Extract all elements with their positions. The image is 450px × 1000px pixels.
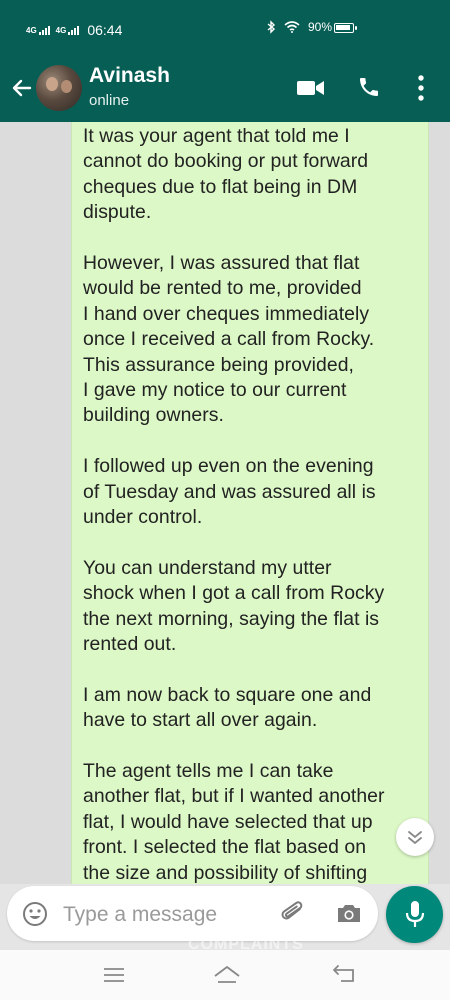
camera-icon[interactable]: [335, 901, 363, 925]
menu-icon[interactable]: [103, 965, 125, 985]
video-call-icon[interactable]: [296, 78, 326, 98]
message-bubble[interactable]: It was your agent that told me I cannot …: [71, 122, 429, 884]
chat-area[interactable]: It was your agent that told me I cannot …: [0, 122, 450, 884]
back-icon[interactable]: [331, 963, 357, 985]
message-paragraph: The agent tells me I can take another fl…: [83, 760, 385, 884]
message-paragraph: I am now back to square one and have to …: [83, 683, 372, 732]
phone-call-icon[interactable]: [357, 75, 381, 99]
network-indicator-2: 4G: [55, 25, 80, 35]
more-vert-icon[interactable]: [416, 74, 426, 102]
message-paragraph: You can understand my utter shock when I…: [83, 556, 385, 656]
home-icon[interactable]: [212, 962, 242, 986]
contact-status: online: [89, 92, 130, 109]
message-input[interactable]: [61, 899, 275, 931]
system-navigation-bar: [0, 950, 450, 1000]
battery-percent: 90%: [307, 20, 332, 34]
message-paragraph: However, I was assured that flat would b…: [83, 252, 375, 427]
input-box[interactable]: [7, 886, 378, 941]
contact-name[interactable]: Avinash: [89, 64, 170, 88]
wifi-icon: [284, 21, 300, 33]
bluetooth-icon: [267, 20, 276, 34]
clock: 06:44: [87, 22, 123, 38]
network-label-1: 4G: [26, 25, 37, 35]
signal-icon: [38, 25, 50, 35]
scroll-to-bottom-button[interactable]: [396, 818, 434, 856]
status-right: 90%: [266, 20, 332, 34]
signal-icon: [68, 25, 80, 35]
chat-header: Avinash online: [0, 58, 450, 122]
battery-fill: [336, 25, 350, 30]
status-bar: 4G 4G 06:44 90%: [0, 0, 450, 58]
attach-icon[interactable]: [279, 899, 307, 929]
avatar[interactable]: [36, 65, 82, 111]
network-label-2: 4G: [55, 25, 67, 35]
message-paragraph: I followed up even on the evening of Tue…: [83, 455, 376, 529]
back-arrow-icon[interactable]: [10, 76, 34, 100]
voice-message-button[interactable]: [386, 886, 443, 943]
battery-icon: [334, 23, 357, 33]
double-chevron-down-icon: [408, 831, 422, 845]
network-indicator-1: 4G: [26, 25, 50, 35]
message-paragraph: It was your agent that told me I cannot …: [83, 125, 369, 224]
status-left: 4G 4G 06:44: [26, 22, 122, 38]
mic-icon: [405, 901, 425, 927]
emoji-icon[interactable]: [21, 900, 49, 928]
